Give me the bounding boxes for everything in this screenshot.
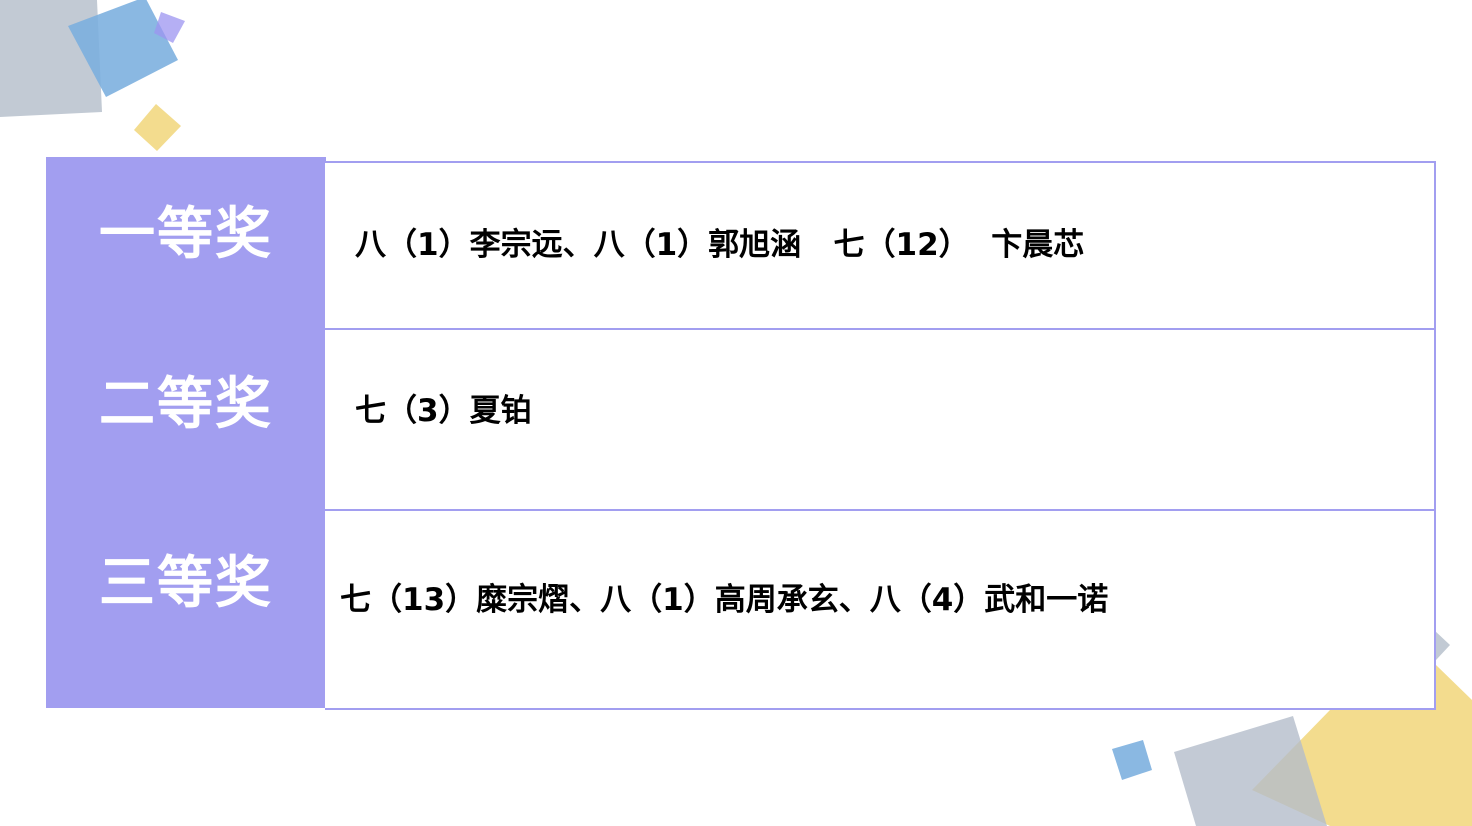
award-label-first: 一等奖 [99, 202, 273, 267]
award-table: 八（1）李宗远、八（1）郭旭涵 七（12） 卞晨芯 七（3）夏铂 七（13）糜宗… [325, 161, 1436, 710]
yellow-diamond-top-left [134, 104, 181, 151]
row-divider [325, 328, 1434, 330]
blue-square-bottom-right [1112, 740, 1152, 780]
award-label-third: 三等奖 [99, 551, 273, 616]
award-label-column: 一等奖 二等奖 三等奖 [46, 157, 326, 708]
gray-diamond-right [1434, 630, 1450, 660]
row-divider [325, 509, 1434, 511]
winners-first: 八（1）李宗远、八（1）郭旭涵 七（12） 卞晨芯 [355, 227, 1085, 263]
winners-second: 七（3）夏铂 [355, 393, 532, 429]
gray-square-bottom-right [1174, 716, 1327, 826]
award-label-second: 二等奖 [99, 372, 273, 437]
winners-third: 七（13）糜宗熠、八（1）高周承玄、八（4）武和一诺 [340, 582, 1109, 618]
